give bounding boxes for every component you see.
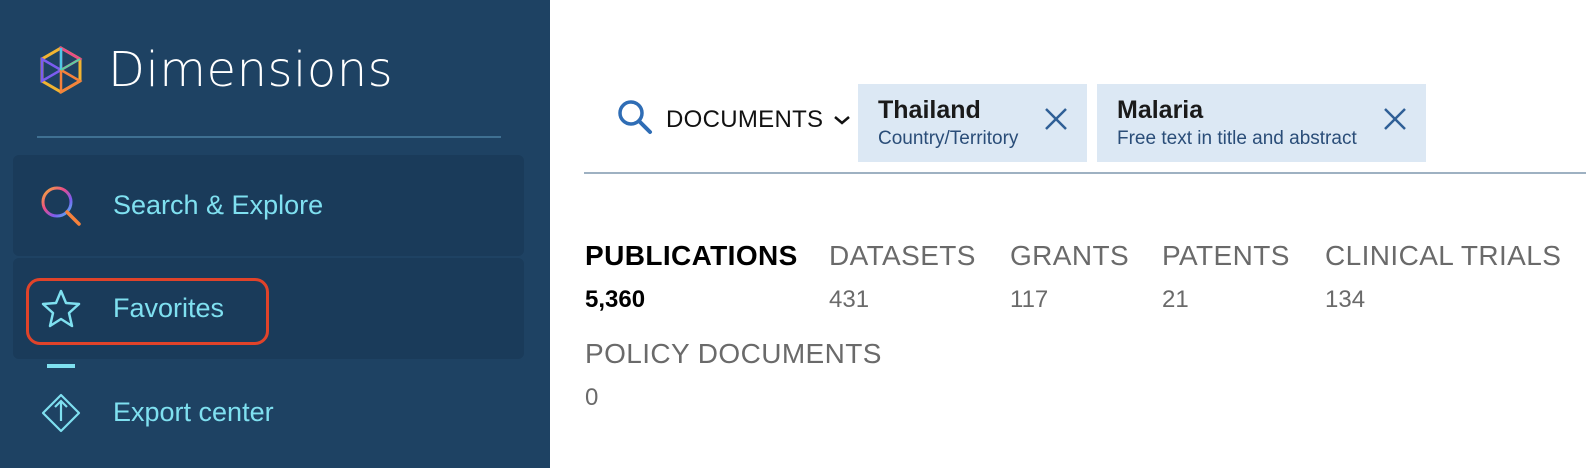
search-icon[interactable]: [616, 98, 654, 136]
sidebar-item-export-center[interactable]: Export center: [13, 375, 524, 450]
document-type-dropdown[interactable]: DOCUMENTS: [666, 100, 853, 140]
chevron-down-icon: [834, 116, 851, 125]
tab-datasets[interactable]: DATASETS 431: [829, 240, 976, 314]
tab-label: POLICY DOCUMENTS: [585, 338, 882, 369]
tab-count: 431: [829, 286, 870, 313]
sidebar-item-search-explore[interactable]: Search & Explore: [13, 155, 524, 256]
search-icon: [39, 184, 83, 228]
sidebar-item-label: Search & Explore: [113, 190, 324, 220]
main-content: DOCUMENTS Thailand Country/Territory Mal…: [550, 0, 1586, 468]
tab-label: GRANTS: [1010, 240, 1130, 271]
close-icon[interactable]: [1043, 106, 1069, 132]
tab-count: 5,360: [585, 286, 646, 313]
filter-chip-malaria[interactable]: Malaria Free text in title and abstract: [1097, 84, 1426, 162]
tab-label: PUBLICATIONS: [585, 240, 798, 271]
nav-divider-tick: [47, 364, 75, 368]
brand-name: Dimensions: [108, 42, 394, 98]
tab-label: CLINICAL TRIALS: [1325, 240, 1562, 271]
filter-chip-subtitle: Free text in title and abstract: [1117, 128, 1357, 149]
close-icon[interactable]: [1382, 106, 1408, 132]
search-bar: DOCUMENTS Thailand Country/Territory Mal…: [584, 82, 1586, 174]
tab-count: 134: [1325, 286, 1366, 313]
tab-count: 117: [1010, 286, 1049, 313]
tab-grants[interactable]: GRANTS 117: [1010, 240, 1129, 314]
highlight-annotation: [26, 278, 269, 345]
dimensions-logo-icon: [40, 45, 83, 95]
brand-divider: [37, 136, 501, 138]
document-type-label: DOCUMENTS: [666, 106, 824, 133]
tab-count: 0: [585, 384, 599, 411]
tab-policy-documents[interactable]: POLICY DOCUMENTS 0: [585, 338, 882, 412]
filter-chip-thailand[interactable]: Thailand Country/Territory: [858, 84, 1087, 162]
tab-label: PATENTS: [1162, 240, 1290, 271]
export-icon: [39, 391, 83, 435]
tab-label: DATASETS: [829, 240, 976, 271]
tab-patents[interactable]: PATENTS 21: [1162, 240, 1290, 314]
brand[interactable]: Dimensions: [36, 40, 393, 100]
sidebar-item-label: Export center: [113, 397, 274, 427]
tab-publications[interactable]: PUBLICATIONS 5,360: [585, 240, 798, 314]
filter-chip-title: Malaria: [1117, 96, 1204, 124]
tab-count: 21: [1162, 286, 1189, 313]
sidebar: Dimensions Search & Explore Favorites Ex…: [0, 0, 550, 468]
tab-clinical-trials[interactable]: CLINICAL TRIALS 134: [1325, 240, 1561, 314]
filter-chip-subtitle: Country/Territory: [878, 128, 1019, 149]
filter-chip-title: Thailand: [878, 96, 981, 124]
